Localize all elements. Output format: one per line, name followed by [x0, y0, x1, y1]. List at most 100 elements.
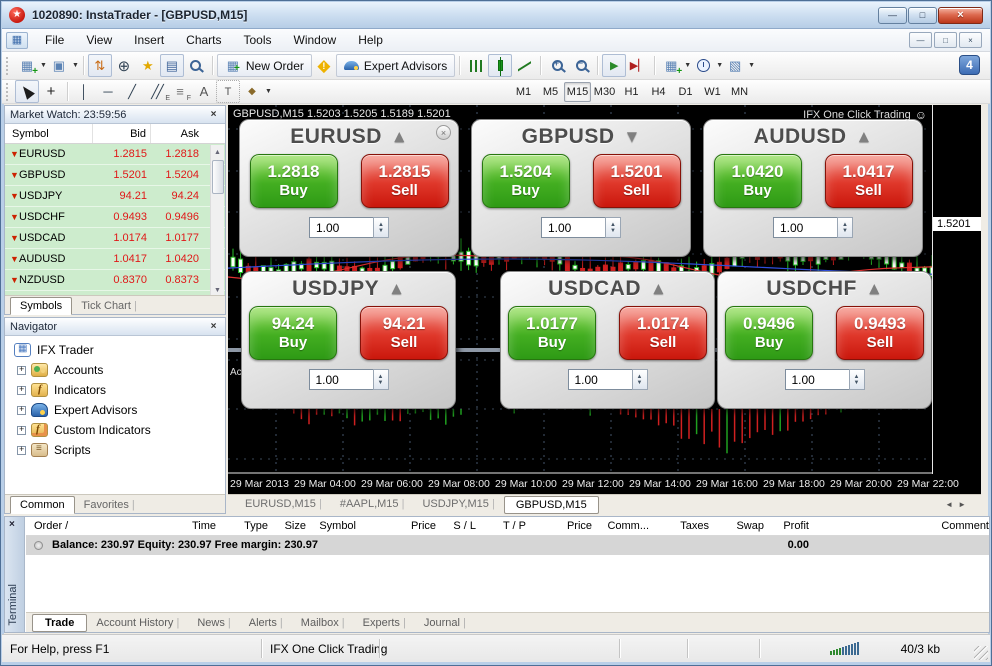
chart-tab[interactable]: EURUSD,M15 — [236, 496, 331, 514]
sell-button[interactable]: 1.2815 Sell — [361, 154, 449, 208]
chart-tab[interactable]: USDJPY,M15 — [413, 496, 503, 514]
buy-button[interactable]: 1.0420 Buy — [714, 154, 802, 208]
new-chart-button[interactable]: ▦+ — [15, 54, 39, 77]
chart-tab[interactable]: GBPUSD,M15 — [504, 496, 599, 514]
navigator-item[interactable]: Indicators — [5, 380, 225, 400]
menu-item[interactable]: Help — [347, 33, 394, 47]
profiles-button[interactable]: ▣ — [47, 54, 71, 77]
stepper-down-icon[interactable]: ▼ — [378, 228, 384, 234]
buy-button[interactable]: 94.24 Buy — [249, 306, 337, 360]
terminal-tab[interactable]: Account History — [87, 615, 188, 631]
sell-button[interactable]: 1.0174 Sell — [619, 306, 707, 360]
market-watch-header[interactable]: Market Watch: 23:59:56 × — [5, 106, 225, 124]
terminal-column[interactable]: Symbol — [266, 520, 356, 532]
menu-item[interactable]: Window — [283, 33, 348, 47]
child-close-button[interactable]: × — [959, 32, 982, 48]
terminal-column[interactable]: Profit — [719, 520, 809, 532]
sell-button[interactable]: 0.9493 Sell — [836, 306, 924, 360]
expand-plus-icon[interactable] — [17, 406, 26, 415]
indicators-button[interactable]: ▦+ — [659, 54, 683, 77]
sell-button[interactable]: 94.21 Sell — [360, 306, 448, 360]
text-button[interactable]: A — [192, 80, 216, 103]
lot-size-input[interactable] — [785, 369, 849, 390]
market-watch-toggle-button[interactable]: ▤ — [160, 54, 184, 77]
navigator-tab[interactable]: Favorites — [75, 497, 144, 513]
market-watch-row[interactable]: ▼ NZDUSD 0.8370 0.8373 — [5, 270, 225, 291]
terminal-tab[interactable]: Mailbox — [292, 615, 354, 631]
menu-item[interactable]: Insert — [123, 33, 175, 47]
navigator-item[interactable]: Accounts — [5, 360, 225, 380]
auto-scroll-button[interactable]: ▶ — [602, 54, 626, 77]
buy-button[interactable]: 0.9496 Buy — [725, 306, 813, 360]
child-restore-button[interactable]: □ — [934, 32, 957, 48]
bar-chart-type-button[interactable] — [464, 54, 488, 77]
terminal-column[interactable]: Comment — [899, 520, 989, 532]
panel-close-icon[interactable]: × — [436, 125, 451, 140]
chart-area[interactable]: GBPUSD,M15 1.5203 1.5205 1.5189 1.5201 I… — [228, 105, 981, 494]
market-watch-row[interactable]: ▼ USDCHF 0.9493 0.9496 — [5, 207, 225, 228]
scrollbar-thumb[interactable] — [212, 160, 224, 194]
market-watch-tab[interactable]: Symbols — [10, 297, 72, 315]
market-watch-row[interactable]: ▼ AUDUSD 1.0417 1.0420 — [5, 249, 225, 270]
market-watch-row[interactable]: ▼ USDJPY 94.21 94.24 — [5, 186, 225, 207]
timeframe-button[interactable]: H4 — [645, 82, 672, 102]
stepper-down-icon[interactable]: ▼ — [378, 380, 384, 386]
vertical-line-button[interactable]: │ — [72, 80, 96, 103]
crosshair-button[interactable]: + — [39, 80, 63, 103]
cursor-button[interactable] — [15, 80, 39, 103]
trendline-button[interactable]: ╱ — [120, 80, 144, 103]
zoom-in-button[interactable]: + — [545, 54, 569, 77]
stepper-down-icon[interactable]: ▼ — [610, 228, 616, 234]
navigator-item[interactable]: Scripts — [5, 440, 225, 460]
terminal-close-icon[interactable]: × — [9, 519, 15, 530]
terminal-tab[interactable]: Alerts — [240, 615, 292, 631]
market-watch-close-icon[interactable]: × — [207, 109, 220, 120]
lot-size-input[interactable] — [541, 217, 605, 238]
lot-size-input[interactable] — [568, 369, 632, 390]
resize-grip[interactable] — [974, 646, 988, 660]
new-chart-dropdown[interactable]: ▼ — [40, 62, 47, 69]
timeframe-button[interactable]: W1 — [699, 82, 726, 102]
text-label-button[interactable]: T — [216, 80, 240, 103]
arrows-dropdown[interactable]: ▼ — [265, 88, 272, 95]
line-chart-type-button[interactable] — [512, 54, 536, 77]
buy-button[interactable]: 1.0177 Buy — [508, 306, 596, 360]
new-order-button[interactable]: ▦+New Order — [217, 54, 312, 77]
menu-item[interactable]: Tools — [233, 33, 283, 47]
lot-size-input[interactable] — [309, 217, 373, 238]
favorites-button[interactable]: ★ — [136, 54, 160, 77]
warning-button[interactable]: ◆! — [312, 54, 336, 77]
profiles-dropdown[interactable]: ▼ — [72, 62, 79, 69]
zoom-out-button[interactable]: − — [569, 54, 593, 77]
timeframe-button[interactable]: M30 — [591, 82, 618, 102]
lot-size-input[interactable] — [773, 217, 837, 238]
navigator-item[interactable]: Custom Indicators — [5, 420, 225, 440]
arrows-button[interactable]: ◆ — [240, 80, 264, 103]
timeframe-button[interactable]: M1 — [510, 82, 537, 102]
child-minimize-button[interactable]: — — [909, 32, 932, 48]
expert-advisors-button[interactable]: Expert Advisors — [336, 54, 455, 77]
tab-scroll-arrows[interactable]: ◄► — [945, 500, 981, 509]
lot-stepper[interactable]: ▲▼ — [373, 217, 389, 238]
smiley-icon[interactable]: ☺ — [915, 108, 927, 122]
timeframe-button[interactable]: M5 — [537, 82, 564, 102]
stepper-down-icon[interactable]: ▼ — [637, 380, 643, 386]
sell-button[interactable]: 1.0417 Sell — [825, 154, 913, 208]
periods-dropdown[interactable]: ▼ — [716, 62, 723, 69]
expand-plus-icon[interactable] — [17, 446, 26, 455]
navigator-tab[interactable]: Common — [10, 496, 75, 514]
scroll-up-icon[interactable]: ▲ — [214, 145, 221, 159]
toolbar-grip[interactable] — [6, 57, 11, 75]
expand-plus-icon[interactable] — [17, 366, 26, 375]
market-watch-row[interactable]: ▼ USDCAD 1.0174 1.0177 — [5, 228, 225, 249]
terminal-column[interactable]: Order / — [34, 520, 68, 532]
chart-shift-button[interactable]: ▶▏ — [626, 54, 650, 77]
market-watch-row[interactable]: ▼ EURUSD 1.2815 1.2818 — [5, 144, 225, 165]
navigator-header[interactable]: Navigator × — [5, 318, 225, 336]
menu-item[interactable]: File — [34, 33, 75, 47]
navigator-item[interactable]: Expert Advisors — [5, 400, 225, 420]
templates-button[interactable]: ▧ — [723, 54, 747, 77]
channel-button[interactable]: ╱╱E — [144, 80, 168, 103]
navigator-close-icon[interactable]: × — [207, 321, 220, 332]
horizontal-line-button[interactable]: ─ — [96, 80, 120, 103]
